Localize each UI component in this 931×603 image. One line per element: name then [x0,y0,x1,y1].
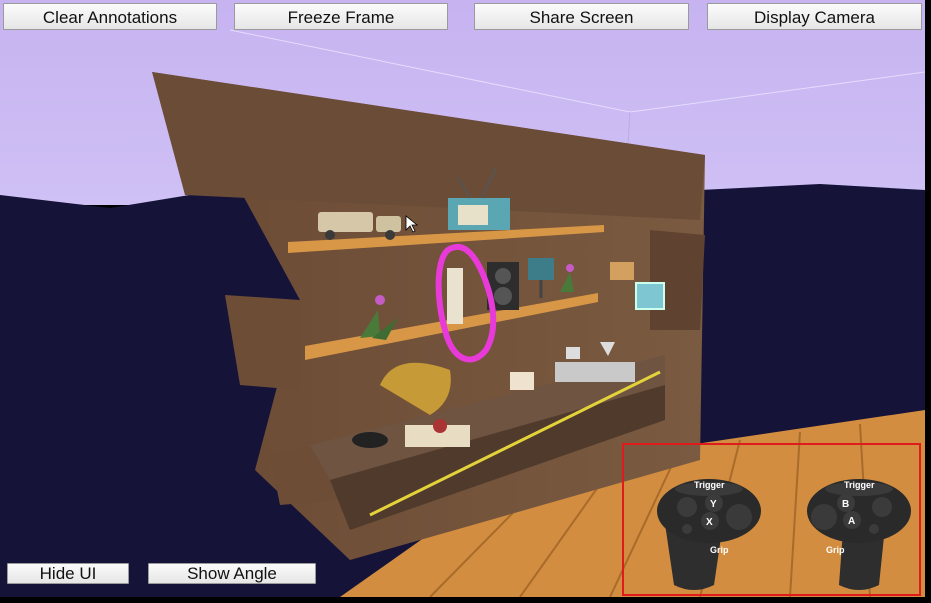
wall-picture [635,282,665,310]
clear-annotations-button[interactable]: Clear Annotations [3,3,217,30]
y-button-label: Y [710,499,717,510]
chair [528,258,554,280]
jar [510,372,534,390]
right-grip-label: Grip [826,545,845,555]
vinyl-record [352,432,388,448]
wall-right-panel [650,230,705,330]
bottle [447,268,463,324]
toy-truck [318,212,373,232]
right-thumbstick [872,497,892,517]
right-controller [807,479,911,590]
hide-ui-button[interactable]: Hide UI [7,563,129,584]
vr-viewport[interactable]: Clear Annotations Freeze Frame Share Scr… [0,0,925,597]
share-screen-button[interactable]: Share Screen [474,3,689,30]
left-grip-area [726,504,752,530]
left-controller [657,479,761,590]
controller-diagram: Trigger Y X Grip Trigger B A Grip [657,479,911,590]
a-button-label: A [848,516,855,527]
sink [555,362,635,382]
right-grip-area [811,504,837,530]
left-grip-label: Grip [710,545,729,555]
show-angle-button[interactable]: Show Angle [148,563,316,584]
left-thumbstick [677,497,697,517]
menu-button [682,524,692,534]
freeze-frame-button[interactable]: Freeze Frame [234,3,448,30]
oculus-button [869,524,879,534]
left-trigger-label: Trigger [694,480,725,490]
right-trigger-label: Trigger [844,480,875,490]
b-button-label: B [842,499,849,510]
wall-frame [610,262,634,280]
x-button-label: X [706,517,713,528]
controller-overlay: Trigger Y X Grip Trigger B A Grip [622,443,921,596]
display-camera-button[interactable]: Display Camera [707,3,922,30]
